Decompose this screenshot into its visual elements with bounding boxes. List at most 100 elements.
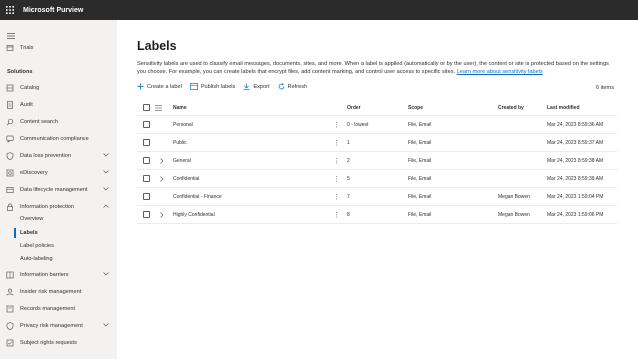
label-last-modified: Mar 24, 2023 8:59:37 AM	[547, 139, 604, 146]
label-scope: File, Email	[408, 157, 432, 164]
sidebar-item-label: Audit	[20, 102, 33, 108]
sidebar-item-communication-compliance[interactable]: Communication compliance	[0, 132, 117, 146]
sidebar-item-label: Data loss prevention	[20, 153, 71, 159]
label-last-modified: Mar 24, 2023 8:59:38 AM	[547, 157, 604, 164]
sidebar-item-label: Information barriers	[20, 272, 69, 278]
label-last-modified: Mar 24, 2023 1:59:06 PM	[547, 211, 604, 218]
sidebar-subitem-overview[interactable]: Overview	[20, 216, 43, 222]
more-options-icon[interactable]: ⋮	[333, 152, 340, 169]
sidebar-item-data-loss-prevention[interactable]: Data loss prevention	[0, 149, 117, 163]
chevron-right-icon[interactable]	[160, 152, 164, 169]
trials-icon	[6, 44, 14, 52]
more-options-icon[interactable]: ⋮	[333, 188, 340, 205]
row-checkbox[interactable]	[143, 170, 150, 187]
column-header-order[interactable]: Order	[347, 100, 361, 115]
sidebar-item-label: Records management	[20, 306, 76, 312]
sidebar-item-insider-risk-management[interactable]: Insider risk management	[0, 285, 117, 299]
label-name: Public	[173, 139, 187, 146]
sidebar-item-data-lifecycle-management[interactable]: Data lifecycle management	[0, 183, 117, 197]
more-options-icon[interactable]: ⋮	[333, 116, 340, 133]
table-row[interactable]: Public ⋮ 1 File, Email Mar 24, 2023 8:59…	[137, 134, 617, 152]
column-header-last-modified[interactable]: Last modified	[547, 100, 580, 115]
sidebar-item-label: Information protection	[20, 204, 75, 210]
label-name: Highly Confidential	[173, 211, 215, 218]
table-row[interactable]: Personal ⋮ 0 - lowest File, Email Mar 24…	[137, 116, 617, 134]
main-content: Labels Sensitivity labels are used to cl…	[117, 20, 638, 359]
more-options-icon[interactable]: ⋮	[333, 206, 340, 223]
label-scope: File, Email	[408, 193, 432, 200]
label-name: Personal	[173, 121, 193, 128]
row-checkbox[interactable]	[143, 134, 150, 151]
chat-icon	[6, 135, 14, 143]
column-header-name[interactable]: Name	[173, 100, 187, 115]
app-launcher-icon[interactable]	[0, 0, 20, 20]
table-row[interactable]: Highly Confidential ⋮ 8 File, Email Mega…	[137, 206, 617, 224]
column-header-scope[interactable]: Scope	[408, 100, 423, 115]
more-options-icon[interactable]: ⋮	[333, 134, 340, 151]
item-count: 6 items	[595, 85, 614, 91]
chevron-down-icon	[103, 153, 109, 159]
sidebar-item-label: Insider risk management	[20, 289, 82, 295]
list-view-icon[interactable]	[155, 100, 162, 115]
create-label-button[interactable]: Create a label	[137, 83, 182, 90]
select-all-checkbox[interactable]	[143, 100, 150, 115]
lifecycle-icon	[6, 186, 14, 194]
sidebar-item-information-protection[interactable]: Information protection	[0, 200, 117, 214]
table-row[interactable]: Confidential - Finance ⋮ 7 File, Email M…	[137, 188, 617, 206]
add-icon	[137, 83, 144, 90]
label-last-modified: Mar 24, 2023 8:59:39 AM	[547, 175, 604, 182]
sidebar-item-label: Data lifecycle management	[20, 187, 88, 193]
label-last-modified: Mar 24, 2023 1:59:04 PM	[547, 193, 604, 200]
insider-risk-icon	[6, 288, 14, 296]
label-name: Confidential - Finance	[173, 193, 222, 200]
export-text: Export	[253, 83, 270, 90]
label-scope: File, Email	[408, 175, 432, 182]
labels-table: Name Order Scope Created by Last modifie…	[137, 100, 617, 224]
top-bar: Microsoft Purview	[0, 0, 638, 20]
sidebar-subitem-label-policies[interactable]: Label policies	[20, 243, 54, 249]
row-checkbox[interactable]	[143, 152, 150, 169]
export-icon	[243, 83, 250, 90]
sidebar-item-label: Privacy risk management	[20, 323, 83, 329]
label-name: General	[173, 157, 191, 164]
row-checkbox[interactable]	[143, 116, 150, 133]
row-checkbox[interactable]	[143, 188, 150, 205]
sidebar-item-label: Communication compliance	[20, 136, 89, 142]
sidebar-item-ediscovery[interactable]: eDiscovery	[0, 166, 117, 180]
lock-icon	[6, 203, 14, 211]
sidebar-item-audit[interactable]: Audit	[0, 98, 117, 112]
sidebar-subitem-labels[interactable]: Labels	[20, 230, 38, 236]
sidebar-item-records-management[interactable]: Records management	[0, 302, 117, 316]
publish-icon	[189, 83, 198, 90]
learn-more-link[interactable]: Learn more about sensitivity labels	[457, 69, 543, 75]
search-icon	[6, 118, 14, 126]
sidebar-item-trials[interactable]: Trials	[0, 41, 117, 55]
sidebar-item-privacy-risk-management[interactable]: Privacy risk management	[0, 319, 117, 333]
chevron-down-icon	[103, 272, 109, 278]
sidebar-item-catalog[interactable]: Catalog	[0, 81, 117, 95]
publish-labels-button[interactable]: Publish labels	[189, 83, 235, 90]
privacy-shield-icon	[6, 322, 14, 330]
sidebar-item-subject-rights-requests[interactable]: Subject rights requests	[0, 336, 117, 350]
ediscovery-icon	[6, 169, 14, 177]
sidebar-item-label: Catalog	[20, 85, 40, 91]
chevron-right-icon[interactable]	[160, 170, 164, 187]
label-order: 5	[347, 175, 350, 182]
label-last-modified: Mar 24, 2023 8:59:36 AM	[547, 121, 604, 128]
column-header-created-by[interactable]: Created by	[498, 100, 524, 115]
sidebar-item-information-barriers[interactable]: Information barriers	[0, 268, 117, 282]
table-row[interactable]: General ⋮ 2 File, Email Mar 24, 2023 8:5…	[137, 152, 617, 170]
chevron-down-icon	[103, 187, 109, 193]
export-button[interactable]: Export	[243, 83, 270, 90]
more-options-icon[interactable]: ⋮	[333, 170, 340, 187]
table-row[interactable]: Confidential ⋮ 5 File, Email Mar 24, 202…	[137, 170, 617, 188]
sidebar-subitem-auto-labeling[interactable]: Auto-labeling	[20, 256, 53, 262]
requests-icon	[6, 339, 14, 347]
sidebar-item-content-search[interactable]: Content search	[0, 115, 117, 129]
page-title: Labels	[137, 39, 177, 53]
chevron-right-icon[interactable]	[160, 206, 164, 223]
row-checkbox[interactable]	[143, 206, 150, 223]
page-description: Sensitivity labels are used to classify …	[137, 60, 617, 76]
refresh-button[interactable]: Refresh	[278, 83, 307, 90]
label-order: 2	[347, 157, 350, 164]
